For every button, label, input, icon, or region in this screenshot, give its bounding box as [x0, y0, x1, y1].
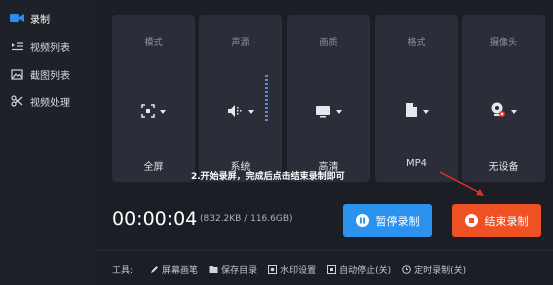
webcam-icon [490, 102, 506, 122]
clock-icon [401, 264, 411, 274]
mode-card-title: 模式 [144, 38, 163, 48]
sidebar: 录制 视频列表 截图列表 视频处理 [0, 0, 97, 285]
sidebar-item-label: 视频处理 [30, 97, 70, 109]
video-tools-icon [10, 95, 24, 107]
pen-icon [149, 264, 159, 274]
quality-card-title: 画质 [319, 38, 338, 48]
audio-source-card[interactable]: 声源 系统 [199, 15, 282, 182]
monitor-icon [315, 103, 331, 122]
sidebar-item-video-list[interactable]: 视频列表 [0, 32, 97, 60]
sidebar-item-video-tools[interactable]: 视频处理 [0, 87, 97, 115]
recording-timer: 00:00:04 [112, 208, 198, 230]
stop-recording-label: 结束录制 [484, 214, 529, 228]
format-select[interactable] [375, 103, 458, 121]
save-icon [208, 264, 218, 274]
chevron-down-icon [422, 110, 429, 114]
pause-recording-label: 暂停录制 [375, 214, 420, 228]
stop-icon [464, 214, 478, 227]
tool-label: 定时录制(关) [414, 265, 467, 276]
watermark-icon [267, 264, 277, 274]
speaker-icon [227, 103, 243, 122]
watermark-settings-button[interactable]: 水印设置 [267, 263, 316, 276]
webcam-card[interactable]: 摄像头 无设备 [462, 15, 545, 182]
format-card-title: 格式 [407, 38, 426, 48]
tools-label: 工具: [112, 265, 134, 276]
tool-label: 水印设置 [280, 265, 317, 276]
sidebar-item-screenshot-list[interactable]: 截图列表 [0, 60, 97, 88]
file-icon [405, 102, 418, 122]
quality-card[interactable]: 画质 高清 [287, 15, 370, 182]
format-value: MP4 [405, 158, 428, 169]
video-list-icon [10, 40, 24, 52]
scheduled-recording-button[interactable]: 定时录制(关) [401, 263, 466, 276]
mode-card[interactable]: 模式 全屏 [112, 15, 195, 182]
pause-recording-button[interactable]: 暂停录制 [343, 204, 432, 237]
tools-toolbar: 工具: 屏幕画笔 保存目录 水印设置 自动停止(关) 定时录制(关) [112, 262, 466, 276]
tool-label: 自动停止(关) [339, 265, 392, 276]
mode-select[interactable] [112, 103, 195, 121]
file-size-readout: (832.2KB / 116.6GB) [200, 214, 293, 224]
quality-select[interactable] [287, 103, 370, 121]
pause-icon [355, 214, 369, 227]
fullscreen-icon [141, 103, 155, 122]
chevron-down-icon [248, 110, 254, 114]
format-card[interactable]: 格式 MP4 [375, 15, 458, 182]
audio-level-meter [265, 75, 268, 123]
image-list-icon [10, 68, 24, 80]
audio-source-select[interactable] [199, 103, 282, 121]
chevron-down-icon [160, 110, 166, 114]
sidebar-item-label: 录制 [30, 14, 50, 26]
auto-stop-icon [326, 264, 336, 274]
audio-source-card-title: 声源 [231, 38, 250, 48]
mode-value: 全屏 [143, 162, 164, 173]
sidebar-item-label: 视频列表 [30, 42, 70, 54]
sidebar-item-label: 截图列表 [30, 70, 70, 82]
save-directory-button[interactable]: 保存目录 [208, 263, 257, 276]
sidebar-item-record[interactable]: 录制 [0, 4, 97, 32]
chevron-down-icon [336, 110, 342, 114]
screen-pen-button[interactable]: 屏幕画笔 [149, 263, 198, 276]
divider [97, 250, 553, 251]
chevron-down-icon [511, 110, 517, 114]
webcam-card-title: 摄像头 [489, 38, 517, 48]
annotation-arrow-icon [439, 171, 484, 196]
tool-label: 屏幕画笔 [162, 265, 199, 276]
video-camera-icon [10, 12, 24, 24]
webcam-select[interactable] [462, 102, 545, 122]
instruction-annotation: 2.开始录屏，完成后点击结束录制即可 [191, 172, 345, 182]
auto-stop-button[interactable]: 自动停止(关) [326, 263, 391, 276]
stop-recording-button[interactable]: 结束录制 [452, 204, 541, 237]
tool-label: 保存目录 [221, 265, 258, 276]
